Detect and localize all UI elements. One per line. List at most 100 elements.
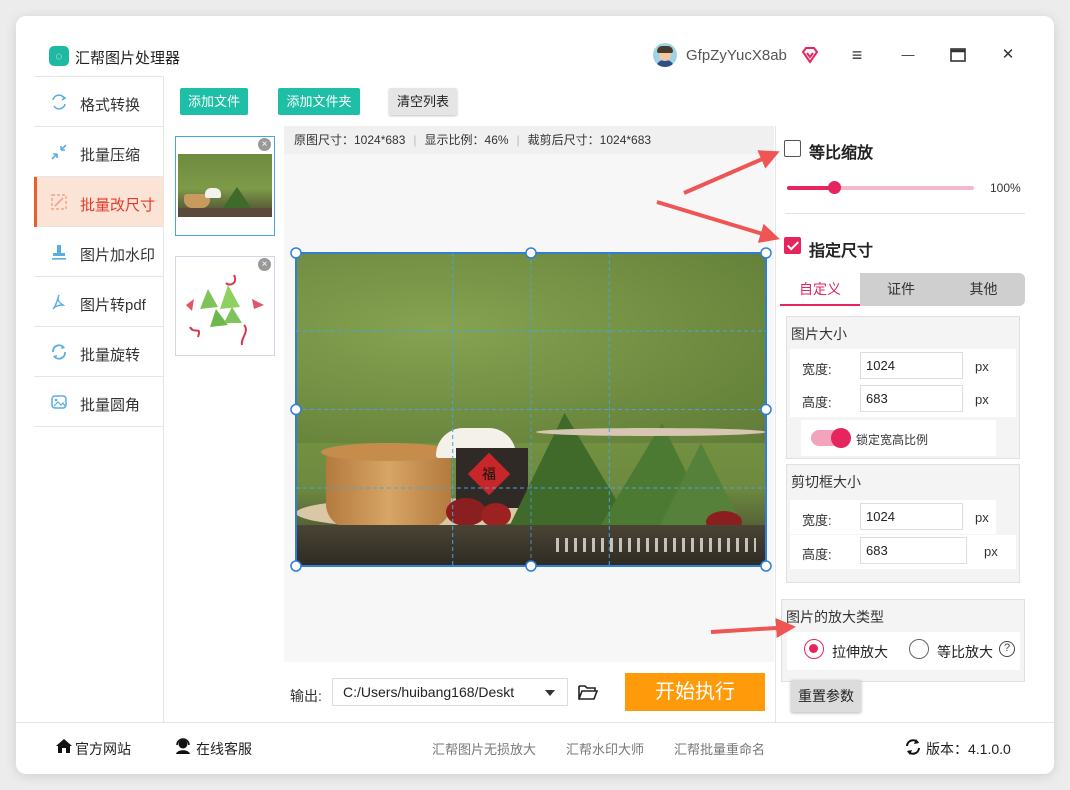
app-title: 汇帮图片处理器 — [75, 50, 181, 67]
crop-handle — [760, 560, 772, 572]
crop-height-input[interactable]: 683 — [860, 537, 967, 564]
crop-handle — [290, 560, 302, 572]
divider — [785, 213, 1025, 214]
sidebar-item-rotate[interactable]: 批量旋转 — [34, 327, 164, 377]
height-label: 高度: — [802, 395, 832, 410]
help-icon[interactable]: ? — [999, 641, 1015, 657]
title-bar: ◌ 汇帮图片处理器 GfpZyYucX8ab ≡ — ✕ — [16, 16, 1054, 74]
sidebar-item-compress[interactable]: 批量压缩 — [34, 127, 164, 177]
sidebar-item-round-corner[interactable]: 批量圆角 — [34, 377, 164, 427]
online-support-link[interactable]: 在线客服 — [196, 739, 252, 759]
sidebar-item-label: 批量圆角 — [80, 397, 141, 414]
tab-custom[interactable]: 自定义 — [780, 273, 860, 306]
crop-height-unit: px — [984, 544, 998, 559]
thumbnail-image — [186, 274, 264, 346]
crop-size-group: 剪切框大小 宽度: 1024 px 高度: 683 px — [786, 464, 1020, 583]
clear-list-button[interactable]: 清空列表 — [389, 88, 457, 115]
lock-ratio-toggle[interactable] — [811, 428, 851, 448]
home-icon — [56, 739, 72, 753]
maximize-button[interactable] — [946, 43, 970, 67]
scale-slider-thumb[interactable] — [827, 181, 841, 194]
remove-thumbnail-button[interactable]: × — [258, 258, 271, 271]
crop-handle — [525, 247, 537, 259]
sidebar-item-watermark[interactable]: 图片加水印 — [34, 227, 164, 277]
sidebar: 格式转换 批量压缩 批量改尺寸 图片加水印 图片转pdf 批量旋转 批量圆角 — [34, 76, 164, 722]
close-button[interactable]: ✕ — [996, 43, 1020, 67]
scale-value: 100% — [990, 181, 1021, 195]
chevron-down-icon — [545, 690, 555, 696]
crop-handle — [760, 247, 772, 259]
enlarge-options-row: 拉伸放大 等比放大 ? — [787, 632, 1020, 670]
menu-icon[interactable]: ≡ — [845, 43, 869, 67]
proportional-scale-checkbox[interactable] — [784, 140, 801, 157]
vip-diamond-icon[interactable] — [800, 45, 820, 65]
proportional-enlarge-radio[interactable] — [909, 639, 929, 659]
compress-icon — [51, 144, 67, 160]
footer-link-lossless-upscale[interactable]: 汇帮图片无损放大 — [432, 739, 536, 758]
specified-size-label: 指定尺寸 — [809, 243, 874, 260]
sidebar-item-label: 图片转pdf — [80, 297, 146, 314]
tab-other[interactable]: 其他 — [942, 273, 1025, 306]
tab-id-photo[interactable]: 证件 — [860, 273, 942, 306]
crop-width-unit: px — [975, 510, 989, 525]
rotate-icon — [52, 344, 66, 360]
add-folder-button[interactable]: 添加文件夹 — [278, 88, 360, 115]
add-file-button[interactable]: 添加文件 — [180, 88, 248, 115]
width-input[interactable]: 1024 — [860, 352, 963, 379]
sidebar-item-label: 批量旋转 — [80, 347, 141, 364]
pdf-icon — [52, 294, 66, 310]
cropped-size: 裁剪后尺寸：1024*683 — [527, 133, 652, 147]
image-info-bar: 原图尺寸：1024*683 | 显示比例：46% | 裁剪后尺寸：1024*683 — [284, 126, 774, 154]
footer: 官方网站 在线客服 汇帮图片无损放大 汇帮水印大师 汇帮批量重命名 版本：4.1… — [16, 722, 1054, 760]
proportional-scale-label: 等比缩放 — [809, 145, 874, 162]
convert-icon — [52, 94, 67, 110]
footer-link-watermark-master[interactable]: 汇帮水印大师 — [566, 739, 644, 758]
width-label: 宽度: — [802, 362, 832, 377]
original-size: 原图尺寸：1024*683 — [294, 133, 406, 147]
enlarge-type-group: 图片的放大类型 拉伸放大 等比放大 ? — [781, 599, 1025, 682]
thumbnail-zongzi-photo[interactable]: × — [175, 136, 275, 236]
image-size-group: 图片大小 宽度: 1024 px 高度: 683 px 锁定宽高比例 — [786, 316, 1020, 459]
crop-width-row: 宽度: 1024 px — [790, 500, 996, 534]
specified-size-checkbox[interactable] — [784, 237, 801, 254]
footer-link-batch-rename[interactable]: 汇帮批量重命名 — [674, 739, 765, 758]
start-button[interactable]: 开始执行 — [625, 673, 765, 711]
version-label: 版本：4.1.0.0 — [926, 741, 1011, 757]
stretch-radio[interactable] — [804, 639, 824, 659]
sidebar-item-label: 批量改尺寸 — [80, 197, 156, 214]
output-path-select[interactable]: C:/Users/huibang168/Deskt — [332, 678, 568, 706]
display-ratio: 显示比例：46% — [424, 133, 509, 147]
crop-handle — [290, 247, 302, 259]
minimize-button[interactable]: — — [896, 43, 920, 67]
reset-params-button[interactable]: 重置参数 — [791, 680, 861, 712]
height-input[interactable]: 683 — [860, 385, 963, 412]
crop-height-label: 高度: — [802, 547, 832, 562]
crop-handle — [760, 403, 772, 416]
output-path-value: C:/Users/huibang168/Deskt — [343, 684, 515, 700]
thumbnail-image — [178, 154, 272, 217]
enlarge-type-title: 图片的放大类型 — [786, 609, 884, 625]
proportional-enlarge-label: 等比放大 — [937, 644, 993, 660]
width-unit: px — [975, 359, 989, 374]
refresh-icon[interactable] — [904, 738, 922, 756]
output-label: 输出: — [290, 688, 322, 704]
folder-icon[interactable] — [578, 683, 598, 701]
sidebar-item-format-convert[interactable]: 格式转换 — [34, 77, 164, 127]
sidebar-item-resize[interactable]: 批量改尺寸 — [34, 177, 164, 227]
user-avatar[interactable] — [653, 43, 677, 67]
width-row: 宽度: 1024 px — [790, 349, 1016, 383]
sidebar-item-label: 图片加水印 — [80, 247, 156, 264]
username[interactable]: GfpZyYucX8ab — [686, 47, 787, 64]
sidebar-item-to-pdf[interactable]: 图片转pdf — [34, 277, 164, 327]
remove-thumbnail-button[interactable]: × — [258, 138, 271, 151]
crop-width-input[interactable]: 1024 — [860, 503, 963, 530]
crop-handle — [290, 403, 302, 416]
customer-service-icon — [176, 738, 190, 754]
crop-frame[interactable] — [288, 244, 788, 574]
official-website-link[interactable]: 官方网站 — [75, 739, 131, 759]
crop-handle — [525, 560, 537, 572]
thumbnail-zongzi-illustration[interactable]: × — [175, 256, 275, 356]
height-unit: px — [975, 392, 989, 407]
watermark-icon — [52, 245, 66, 260]
height-row: 高度: 683 px — [790, 383, 1016, 417]
